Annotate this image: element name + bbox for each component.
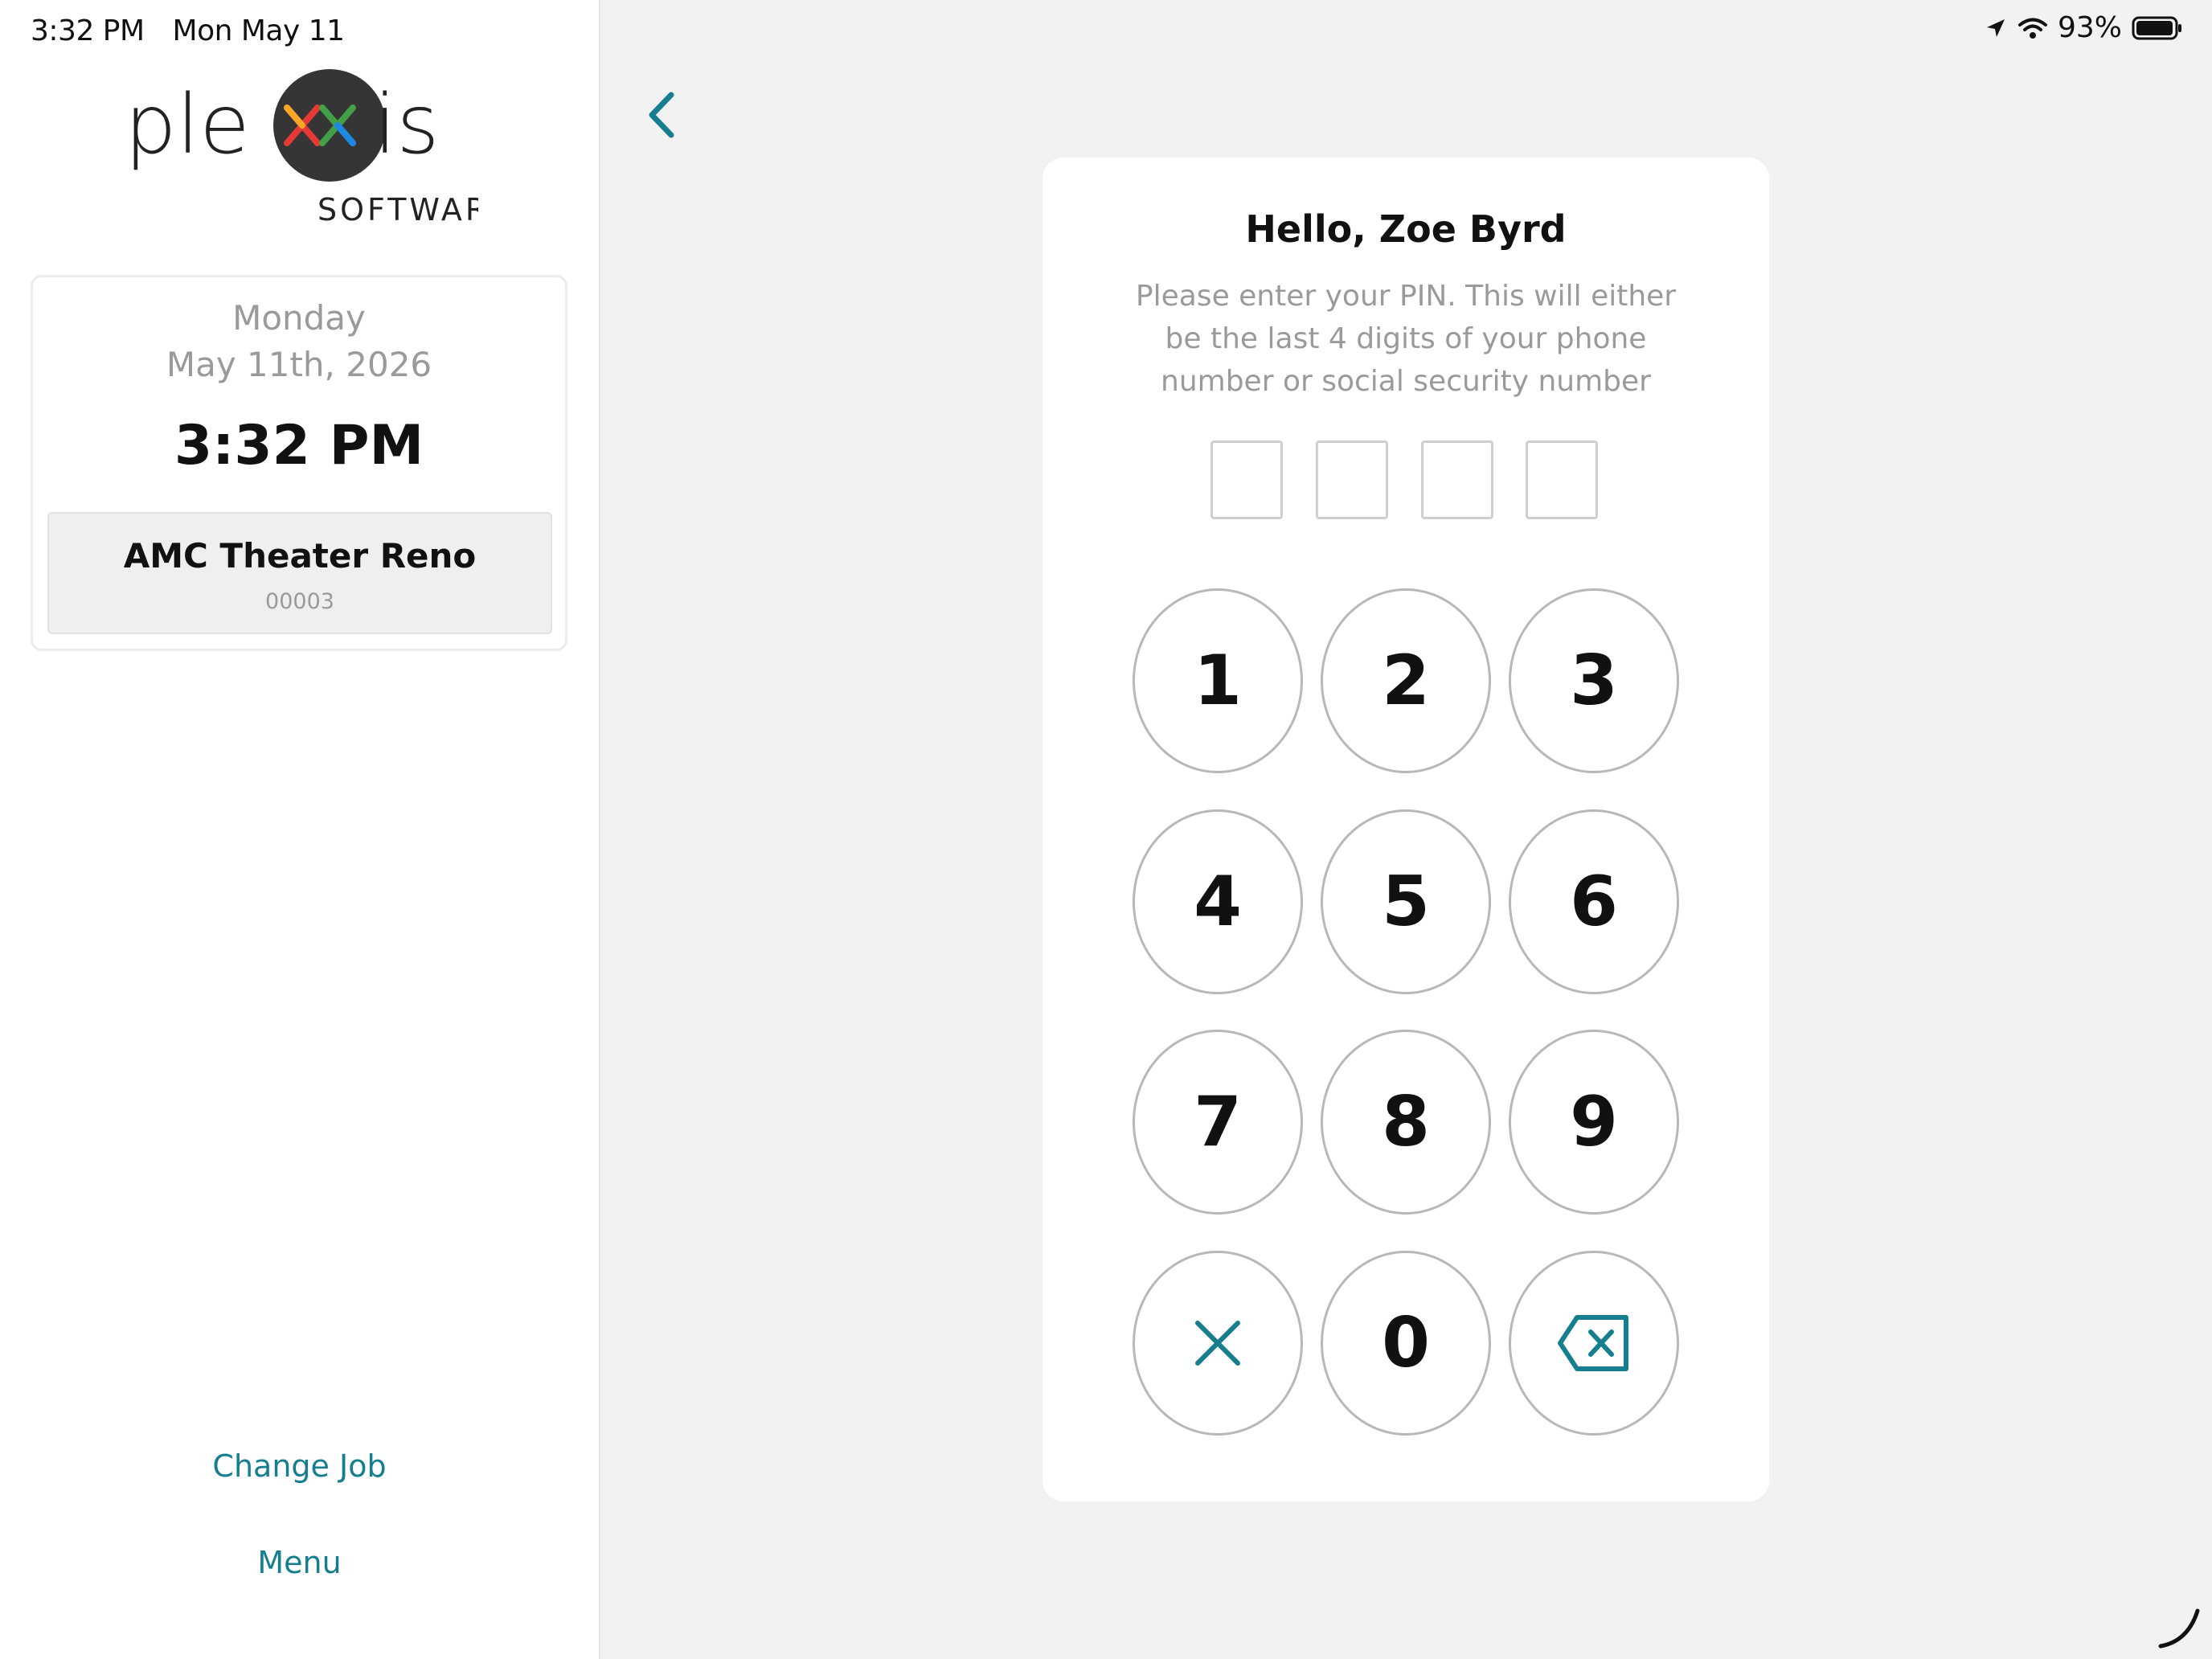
- pin-digit-2: [1316, 440, 1388, 519]
- status-time: 3:32 PM: [31, 14, 145, 47]
- change-job-link[interactable]: Change Job: [0, 1448, 599, 1484]
- svg-text:SOFTWARE: SOFTWARE: [317, 192, 478, 227]
- keypad-key-3[interactable]: 3: [1509, 588, 1679, 773]
- pin-card: Hello, Zoe Byrd Please enter your PIN. T…: [1043, 158, 1769, 1501]
- current-time: 3:32 PM: [174, 414, 424, 477]
- location-arrow-icon: [1984, 16, 2008, 40]
- sidebar: ple is SOFTWARE Monday May 11th, 2026 3:…: [0, 0, 600, 1659]
- pin-digit-1: [1210, 440, 1283, 519]
- svg-text:is: is: [374, 77, 439, 173]
- corner-curve-icon: [2158, 1608, 2200, 1649]
- plexxis-logo: ple is SOFTWARE: [125, 69, 478, 227]
- pin-instructions: Please enter your PIN. This will either …: [1135, 280, 1677, 398]
- menu-link[interactable]: Menu: [0, 1545, 599, 1580]
- location-code: 00003: [265, 589, 334, 614]
- keypad-key-8[interactable]: 8: [1321, 1030, 1491, 1215]
- battery-percent: 93%: [2057, 11, 2122, 44]
- day-name: Monday: [232, 298, 366, 338]
- pin-digit-4: [1526, 440, 1598, 519]
- keypad-key-4[interactable]: 4: [1133, 809, 1303, 994]
- current-date: May 11th, 2026: [166, 345, 432, 384]
- backspace-button[interactable]: [1509, 1251, 1679, 1436]
- location-name: AMC Theater Reno: [123, 536, 477, 576]
- keypad-key-2[interactable]: 2: [1321, 588, 1491, 773]
- backspace-icon: [1555, 1313, 1632, 1374]
- status-time-date: 3:32 PM Mon May 11: [31, 14, 345, 47]
- greeting: Hello, Zoe Byrd: [1245, 207, 1567, 251]
- keypad-key-9[interactable]: 9: [1509, 1030, 1679, 1215]
- battery-icon: [2132, 15, 2183, 41]
- keypad-key-5[interactable]: 5: [1321, 809, 1491, 994]
- keypad-key-7[interactable]: 7: [1133, 1030, 1303, 1215]
- svg-text:ple: ple: [125, 77, 250, 173]
- pin-digit-3: [1421, 440, 1493, 519]
- location-box: AMC Theater Reno 00003: [47, 512, 552, 634]
- status-bar: 3:32 PM Mon May 11 93%: [0, 0, 2212, 64]
- keypad-key-1[interactable]: 1: [1133, 588, 1303, 773]
- wifi-icon: [2017, 16, 2048, 40]
- pin-entry-screen: ple is SOFTWARE Monday May 11th, 2026 3:…: [0, 0, 2212, 1659]
- status-indicators: 93%: [1984, 11, 2183, 44]
- close-icon: [1193, 1318, 1243, 1368]
- clear-button[interactable]: [1133, 1251, 1303, 1436]
- keypad-key-6[interactable]: 6: [1509, 809, 1679, 994]
- back-button[interactable]: [639, 87, 682, 143]
- keypad-key-0[interactable]: 0: [1321, 1251, 1491, 1436]
- status-date: Mon May 11: [172, 14, 346, 47]
- chevron-left-icon: [649, 92, 674, 138]
- time-info-card: Monday May 11th, 2026 3:32 PM AMC Theate…: [31, 275, 567, 651]
